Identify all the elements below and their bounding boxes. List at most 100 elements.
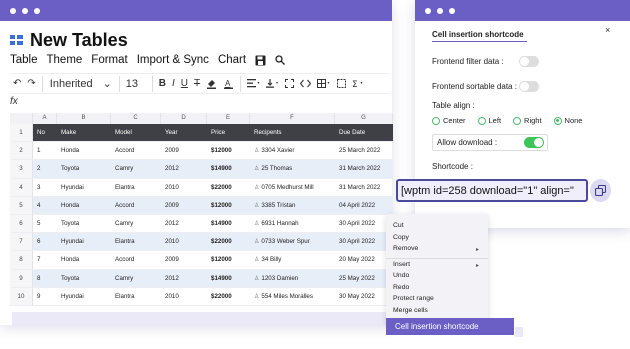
cell-price[interactable]: $14900 <box>207 160 250 179</box>
header-cell-due-date[interactable]: Due Date <box>335 124 393 143</box>
align-center-radio[interactable]: Center <box>432 116 466 125</box>
menu-item-undo[interactable]: Undo <box>393 272 409 279</box>
window-dot-icon[interactable] <box>425 7 431 14</box>
corner-cell[interactable] <box>10 113 33 124</box>
cell-make[interactable]: Honda <box>57 142 111 161</box>
col-header-a[interactable]: A <box>33 113 57 124</box>
row-number[interactable]: 5 <box>10 196 33 215</box>
cell-no[interactable]: 7 <box>33 251 57 270</box>
cell-recipient[interactable]: ♙ 3304 Xavier <box>250 142 335 161</box>
cell-no[interactable]: 4 <box>33 196 57 215</box>
cell-recipient[interactable]: ♙ 34 Billy <box>250 251 335 270</box>
shortcode-field[interactable]: [wptm id=258 download="1" align=" <box>396 179 588 202</box>
menu-item-remove[interactable]: Remove <box>393 245 418 252</box>
borders-icon[interactable] <box>314 74 334 94</box>
menu-theme[interactable]: Theme <box>47 54 83 66</box>
header-cell-price[interactable]: Price <box>207 124 250 143</box>
cell-make[interactable]: Hyundai <box>57 179 111 197</box>
cell-no[interactable]: 9 <box>33 288 57 306</box>
redo-icon[interactable]: ↷ <box>24 74 38 94</box>
bold-button[interactable]: B <box>156 74 169 94</box>
row-number[interactable]: 3 <box>10 160 33 179</box>
cell-recipient[interactable]: ♙ 6931 Hannah <box>250 215 335 234</box>
menu-format[interactable]: Format <box>91 54 127 66</box>
merge-cells-icon[interactable] <box>334 74 349 94</box>
row-number[interactable]: 2 <box>10 142 33 161</box>
align-left-radio[interactable]: Left <box>477 116 501 125</box>
row-number[interactable]: 10 <box>10 287 33 306</box>
header-cell-no[interactable]: No <box>33 124 57 143</box>
undo-icon[interactable]: ↶ <box>10 74 24 94</box>
cell-no[interactable]: 3 <box>33 179 57 197</box>
menu-item-cell-insertion-shortcode[interactable]: Cell insertion shortcode <box>386 318 514 335</box>
cell-year[interactable]: 2012 <box>161 160 207 179</box>
code-icon[interactable] <box>297 74 314 94</box>
col-header-c[interactable]: C <box>111 113 161 124</box>
formula-bar[interactable]: fx <box>10 96 18 107</box>
row-number[interactable]: 1 <box>10 124 33 143</box>
window-dot-icon[interactable] <box>449 7 455 14</box>
header-cell-recipient[interactable]: Recipents <box>250 124 335 143</box>
window-dot-icon[interactable] <box>437 7 443 14</box>
col-header-e[interactable]: E <box>207 113 250 124</box>
cell-recipient[interactable]: ♙ 0733 Weber Spur <box>250 233 335 252</box>
cell-price[interactable]: $12000 <box>207 142 250 161</box>
row-number[interactable]: 7 <box>10 233 33 252</box>
window-dot-icon[interactable] <box>34 7 40 14</box>
cell-model[interactable]: Elantra <box>111 179 161 197</box>
cell-model[interactable]: Accord <box>111 142 161 161</box>
cell-make[interactable]: Honda <box>57 251 111 270</box>
menu-item-cut[interactable]: Cut <box>393 222 404 229</box>
window-dot-icon[interactable] <box>22 7 28 14</box>
sigma-icon[interactable]: Σ <box>349 74 367 94</box>
strikethrough-button[interactable]: T <box>191 74 203 94</box>
cell-price[interactable]: $12000 <box>207 251 250 270</box>
cell-price[interactable]: $22000 <box>207 288 250 306</box>
copy-button[interactable] <box>590 179 611 202</box>
cell-due-date[interactable]: 25 May 2022 <box>335 269 393 288</box>
allow-download-toggle[interactable] <box>524 137 544 148</box>
row-number[interactable]: 4 <box>10 178 33 197</box>
col-header-f[interactable]: F <box>250 113 335 124</box>
cell-model[interactable]: Elantra <box>111 288 161 306</box>
cell-year[interactable]: 2010 <box>161 233 207 252</box>
cell-price[interactable]: $12000 <box>207 196 250 215</box>
menu-item-copy[interactable]: Copy <box>393 234 409 241</box>
menu-import-sync[interactable]: Import & Sync <box>137 54 209 66</box>
cell-recipient[interactable]: ♙ 0705 Medhurst Mill <box>250 179 335 197</box>
cell-year[interactable]: 2009 <box>161 251 207 270</box>
frontend-filter-toggle[interactable] <box>519 56 539 67</box>
font-family-select[interactable]: Inherited ⌄ <box>46 77 116 91</box>
row-number[interactable]: 9 <box>10 269 33 288</box>
header-cell-make[interactable]: Make <box>57 124 111 143</box>
cell-year[interactable]: 2009 <box>161 142 207 161</box>
col-header-b[interactable]: B <box>57 113 111 124</box>
cell-recipient[interactable]: ♙ 3385 Tristan <box>250 196 335 215</box>
cell-model[interactable]: Camry <box>111 269 161 288</box>
underline-button[interactable]: U <box>178 74 191 94</box>
col-header-d[interactable]: D <box>161 113 207 124</box>
save-icon[interactable] <box>255 55 266 66</box>
cell-make[interactable]: Hyundai <box>57 288 111 306</box>
window-dot-icon[interactable] <box>10 7 16 14</box>
menu-item-redo[interactable]: Redo <box>393 284 409 291</box>
menu-table[interactable]: Table <box>10 54 38 66</box>
cell-make[interactable]: Honda <box>57 196 111 215</box>
cell-price[interactable]: $14900 <box>207 269 250 288</box>
cell-year[interactable]: 2012 <box>161 269 207 288</box>
font-size-input[interactable]: 13 <box>123 78 149 90</box>
cell-model[interactable]: Camry <box>111 160 161 179</box>
col-header-g[interactable]: G <box>335 113 393 124</box>
cell-due-date[interactable]: 31 March 2022 <box>335 160 393 179</box>
cell-no[interactable]: 6 <box>33 233 57 252</box>
menu-item-merge-cells[interactable]: Merge cells <box>393 307 428 314</box>
header-cell-model[interactable]: Model <box>111 124 161 143</box>
cell-due-date[interactable]: 20 May 2022 <box>335 251 393 270</box>
frontend-sortable-toggle[interactable] <box>519 81 539 92</box>
text-color-icon[interactable]: A <box>220 74 237 94</box>
cell-make[interactable]: Hyundai <box>57 233 111 252</box>
align-left-icon[interactable] <box>244 74 263 94</box>
cell-no[interactable]: 2 <box>33 160 57 179</box>
cell-model[interactable]: Accord <box>111 251 161 270</box>
cell-year[interactable]: 2010 <box>161 288 207 306</box>
